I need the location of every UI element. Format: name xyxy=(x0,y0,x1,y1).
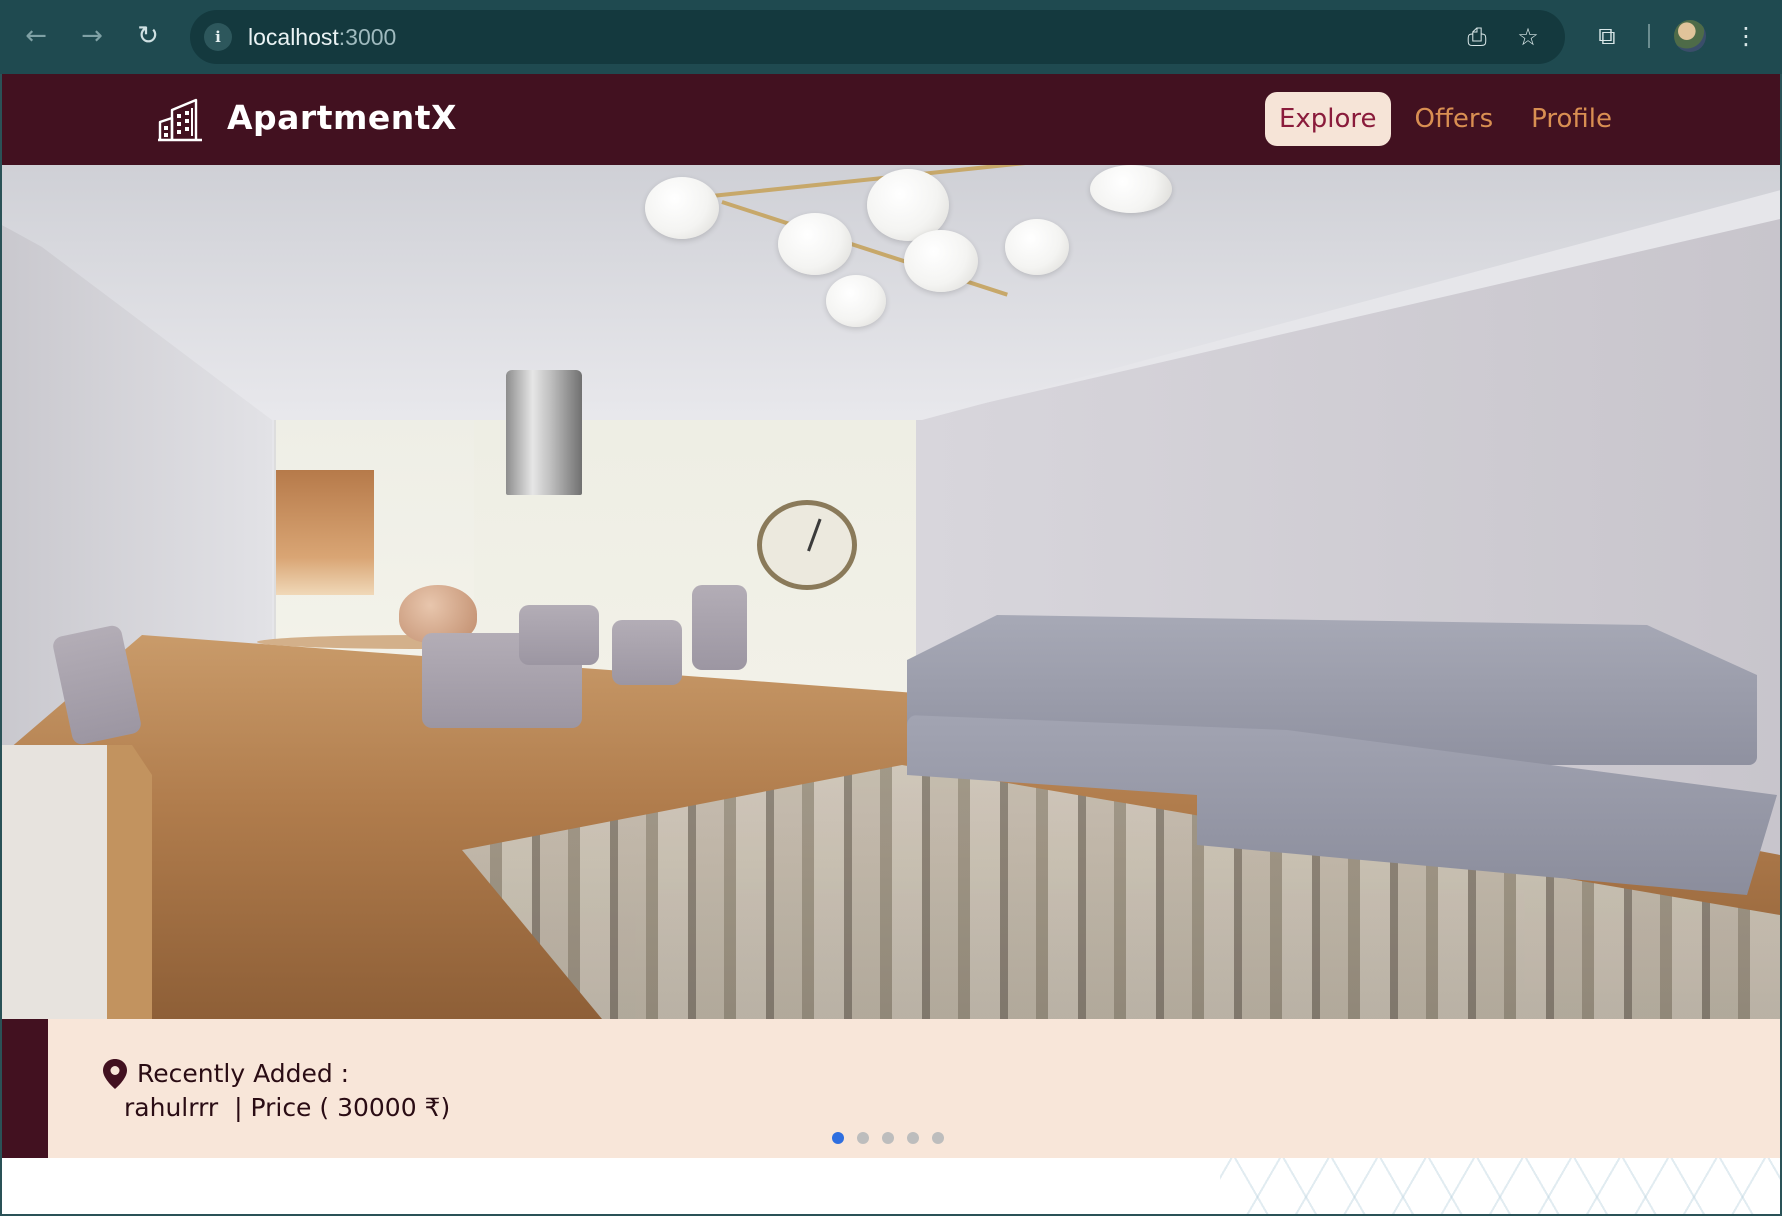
toolbar-divider xyxy=(1648,24,1650,48)
caption-title: Recently Added : xyxy=(137,1059,350,1088)
building-icon xyxy=(158,98,202,142)
range-hood xyxy=(506,370,582,495)
back-icon[interactable]: ← xyxy=(18,18,54,54)
nav-explore[interactable]: Explore xyxy=(1264,92,1391,146)
main-nav: Explore Offers Profile xyxy=(1264,88,1626,150)
page: ApartmentX Explore Offers Profile Recent… xyxy=(2,74,1780,1214)
brand-name[interactable]: ApartmentX xyxy=(227,98,457,137)
install-icon[interactable]: ⎙ xyxy=(1462,22,1492,52)
location-pin-icon xyxy=(103,1059,127,1089)
info-icon[interactable]: i xyxy=(204,23,232,51)
room-kitchen-wood xyxy=(276,470,374,595)
carousel-dot-2[interactable] xyxy=(857,1132,869,1144)
carousel-dot-4[interactable] xyxy=(907,1132,919,1144)
chandelier-globe xyxy=(1090,165,1172,213)
carousel-dot-3[interactable] xyxy=(882,1132,894,1144)
address-bar[interactable]: i localhost:3000 ⎙ ☆ xyxy=(190,10,1565,64)
nav-offers[interactable]: Offers xyxy=(1401,92,1508,146)
carousel-dot-1[interactable] xyxy=(832,1132,844,1144)
caption-accent-bar xyxy=(2,1019,48,1158)
carousel-caption: Recently Added : rahulrrr | Price ( 3000… xyxy=(2,1019,1780,1158)
site-header: ApartmentX Explore Offers Profile xyxy=(2,74,1780,165)
chandelier-globe xyxy=(1005,219,1069,275)
caption-detail: rahulrrr | Price ( 30000 ₹) xyxy=(124,1093,451,1122)
dining-chair xyxy=(612,620,682,685)
dining-chair xyxy=(519,605,599,665)
nav-profile[interactable]: Profile xyxy=(1517,92,1626,146)
sideboard xyxy=(2,745,152,1019)
forward-icon[interactable]: → xyxy=(74,18,110,54)
url-host: localhost xyxy=(248,24,339,50)
carousel-dot-5[interactable] xyxy=(932,1132,944,1144)
chandelier-globe xyxy=(645,177,719,239)
wall-clock xyxy=(757,500,857,590)
reload-icon[interactable]: ↻ xyxy=(130,18,166,54)
background-pattern xyxy=(2,1158,1780,1214)
chandelier-globe xyxy=(904,230,978,292)
chandelier-globe xyxy=(826,275,886,327)
url-text[interactable]: localhost:3000 xyxy=(248,24,396,51)
menu-icon[interactable]: ⋮ xyxy=(1728,18,1764,54)
profile-avatar[interactable] xyxy=(1674,20,1706,52)
carousel-indicators xyxy=(832,1132,944,1144)
bookmark-star-icon[interactable]: ☆ xyxy=(1513,22,1543,52)
carousel-slide-image[interactable] xyxy=(2,165,1780,1019)
extensions-icon[interactable]: ⧉ xyxy=(1589,18,1625,54)
bar-stool xyxy=(692,585,747,670)
url-port: :3000 xyxy=(338,24,397,50)
chandelier-globe xyxy=(778,213,852,275)
browser-toolbar: ← → ↻ i localhost:3000 ⎙ ☆ ⧉ ⋮ xyxy=(0,0,1782,74)
